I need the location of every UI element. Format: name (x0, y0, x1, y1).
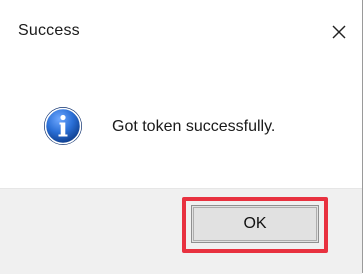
ok-button[interactable]: OK (191, 205, 319, 243)
message-text: Got token successfully. (112, 118, 276, 135)
close-button[interactable] (316, 14, 362, 50)
title-bar: Success (0, 0, 362, 62)
window-title: Success (18, 22, 80, 39)
close-icon (332, 25, 346, 39)
dialog-content: Got token successfully. (0, 62, 362, 188)
message-dialog: Success Got token successfully. OK (0, 0, 363, 274)
info-icon (44, 107, 82, 145)
